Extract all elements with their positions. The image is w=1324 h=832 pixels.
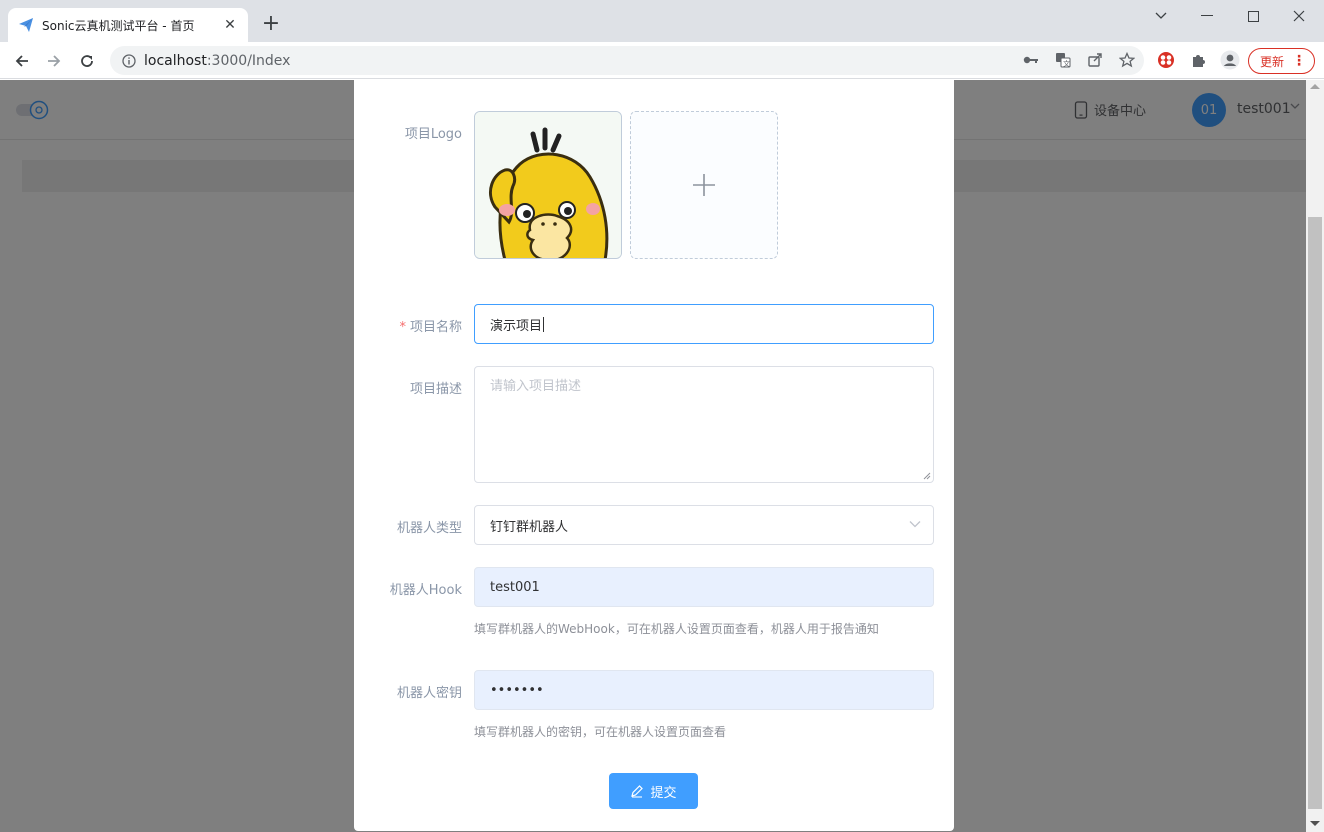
- tab-search-button[interactable]: [1138, 4, 1184, 28]
- robot-type-select[interactable]: 钉钉群机器人: [474, 505, 934, 545]
- close-icon: [1293, 10, 1305, 22]
- puzzle-icon[interactable]: [1186, 48, 1210, 72]
- close-icon[interactable]: ✕: [222, 17, 238, 33]
- back-button[interactable]: [9, 48, 35, 74]
- window-close-button[interactable]: [1276, 4, 1322, 28]
- project-dialog: 项目Logo * 项目名称 演示项目 项目描述 请输入项目描述 机器人类型 钉钉…: [354, 80, 954, 831]
- desc-placeholder: 请输入项目描述: [490, 379, 582, 394]
- scroll-thumb[interactable]: [1308, 217, 1322, 809]
- edit-pen-icon: [631, 785, 644, 798]
- hook-value: test001: [490, 579, 540, 595]
- browser-tab-bar: Sonic云真机测试平台 - 首页 ✕ +: [0, 0, 1324, 42]
- hook-label: 机器人Hook: [389, 583, 462, 598]
- resize-grip-icon[interactable]: [923, 472, 931, 480]
- url-path: :3000/Index: [206, 52, 291, 69]
- maximize-icon: [1247, 10, 1259, 22]
- project-description-textarea[interactable]: 请输入项目描述: [474, 366, 934, 483]
- minimize-icon: [1201, 15, 1213, 16]
- logo-preview-image[interactable]: [474, 111, 622, 259]
- duck-logo-icon: [475, 112, 621, 258]
- plus-icon: [693, 174, 715, 196]
- profile-icon[interactable]: [1218, 48, 1242, 72]
- info-icon: [122, 53, 136, 68]
- scroll-up-arrow-icon[interactable]: [1310, 84, 1320, 89]
- submit-button[interactable]: 提交: [609, 773, 698, 809]
- name-label: * 项目名称: [399, 320, 462, 335]
- browser-tab[interactable]: Sonic云真机测试平台 - 首页 ✕: [8, 8, 248, 42]
- reload-button[interactable]: [74, 48, 100, 74]
- maximize-button[interactable]: [1230, 4, 1276, 28]
- reload-icon: [81, 55, 93, 67]
- translate-icon[interactable]: 文: [1054, 50, 1072, 70]
- url-host: localhost: [144, 52, 207, 69]
- forward-button[interactable]: [41, 48, 67, 74]
- robot-secret-input[interactable]: •••••••: [474, 670, 934, 710]
- text-caret: [543, 316, 545, 332]
- hook-hint: 填写群机器人的WebHook，可在机器人设置页面查看，机器人用于报告通知: [474, 622, 879, 636]
- paper-plane-icon: [19, 18, 33, 32]
- chevron-down-icon: [909, 521, 921, 528]
- arrow-left-icon: [15, 55, 28, 67]
- desc-label: 项目描述: [409, 382, 462, 397]
- secret-hint: 填写群机器人的密钥，可在机器人设置页面查看: [474, 725, 727, 739]
- logo-label: 项目Logo: [404, 127, 462, 142]
- robot-type-label: 机器人类型: [396, 521, 462, 536]
- extension-red-icon[interactable]: [1154, 48, 1178, 72]
- share-icon[interactable]: [1086, 50, 1104, 70]
- robot-type-value: 钉钉群机器人: [490, 519, 569, 535]
- robot-hook-input[interactable]: test001: [474, 567, 934, 607]
- browser-toolbar: localhost:3000/Index 文 更新 ⋮: [0, 42, 1324, 79]
- arrow-right-icon: [48, 55, 61, 67]
- star-icon[interactable]: [1118, 50, 1136, 70]
- new-tab-button[interactable]: +: [258, 12, 284, 38]
- secret-value: •••••••: [490, 682, 544, 698]
- submit-label: 提交: [650, 785, 677, 801]
- project-name-input[interactable]: 演示项目: [474, 304, 934, 344]
- page-scrollbar[interactable]: [1306, 80, 1324, 832]
- scroll-down-arrow-icon[interactable]: [1310, 821, 1320, 826]
- tab-title: Sonic云真机测试平台 - 首页: [42, 18, 195, 33]
- key-icon[interactable]: [1022, 50, 1040, 70]
- logo-upload-button[interactable]: [630, 111, 778, 259]
- address-bar[interactable]: localhost:3000/Index 文: [110, 46, 1144, 75]
- chevron-down-icon: [1155, 12, 1167, 19]
- svg-text:文: 文: [1063, 59, 1070, 68]
- secret-label: 机器人密钥: [396, 686, 462, 701]
- more-vertical-icon: ⋮: [1292, 53, 1306, 69]
- update-button[interactable]: 更新 ⋮: [1248, 48, 1315, 74]
- update-label: 更新: [1260, 54, 1285, 69]
- minimize-button[interactable]: [1184, 4, 1230, 28]
